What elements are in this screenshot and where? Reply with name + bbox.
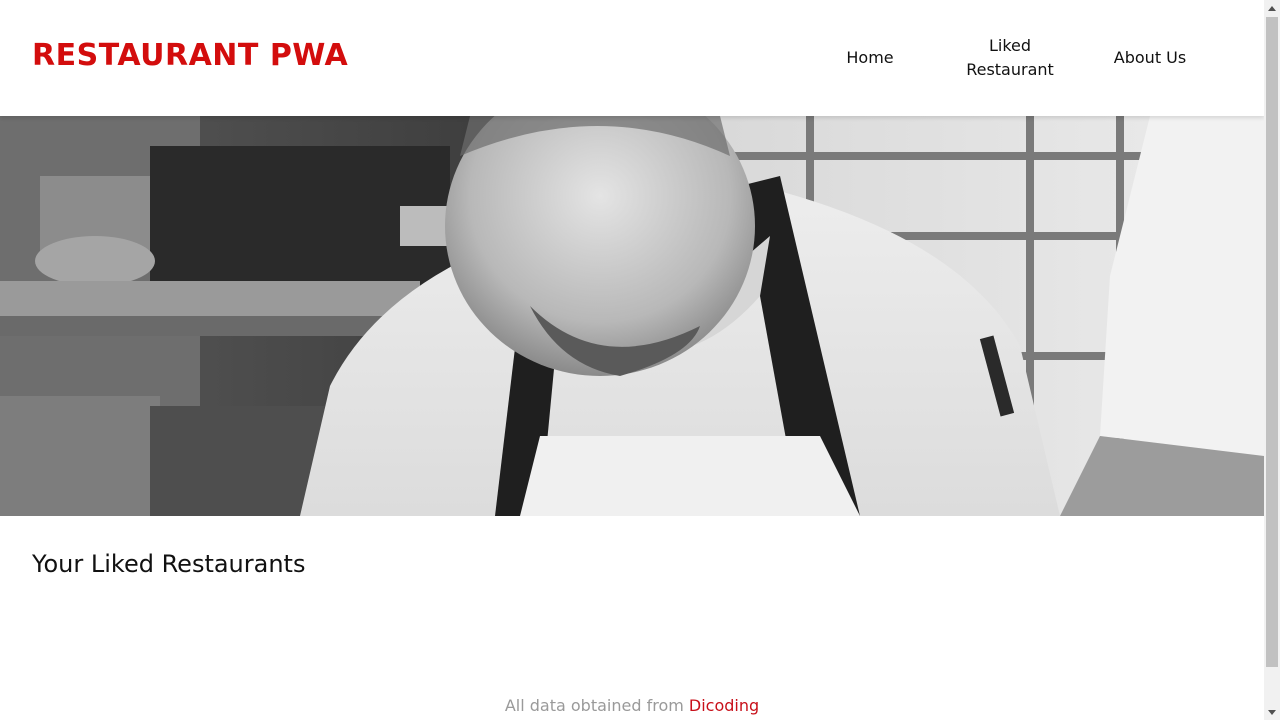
scroll-thumb[interactable] — [1266, 17, 1278, 667]
app-bar: RESTAURANT PWA Home Liked Restaurant Abo… — [0, 0, 1264, 116]
footer: All data obtained from Dicoding — [0, 696, 1264, 715]
page-title: Your Liked Restaurants — [32, 550, 306, 578]
scroll-up-arrow[interactable] — [1264, 0, 1280, 16]
nav-item-liked-restaurant[interactable]: Liked Restaurant — [940, 0, 1080, 116]
nav-item-home[interactable]: Home — [800, 0, 940, 116]
nav-item-label: About Us — [1113, 48, 1187, 67]
nav-spacer — [1220, 0, 1264, 116]
dicoding-link[interactable]: Dicoding — [689, 696, 759, 715]
footer-text: All data obtained from — [504, 696, 689, 715]
scroll-down-arrow[interactable] — [1264, 704, 1280, 720]
nav-item-label: Home — [846, 48, 894, 67]
page: RESTAURANT PWA Home Liked Restaurant Abo… — [0, 0, 1264, 720]
vertical-scrollbar[interactable] — [1264, 0, 1280, 720]
nav-item-about-us[interactable]: About Us — [1080, 0, 1220, 116]
chef-photo-illustration — [0, 116, 1264, 516]
brand-title[interactable]: RESTAURANT PWA — [32, 38, 348, 73]
hero-image — [0, 116, 1264, 516]
main-nav: Home Liked Restaurant About Us — [800, 0, 1264, 116]
nav-item-label: Liked Restaurant — [966, 36, 1054, 79]
